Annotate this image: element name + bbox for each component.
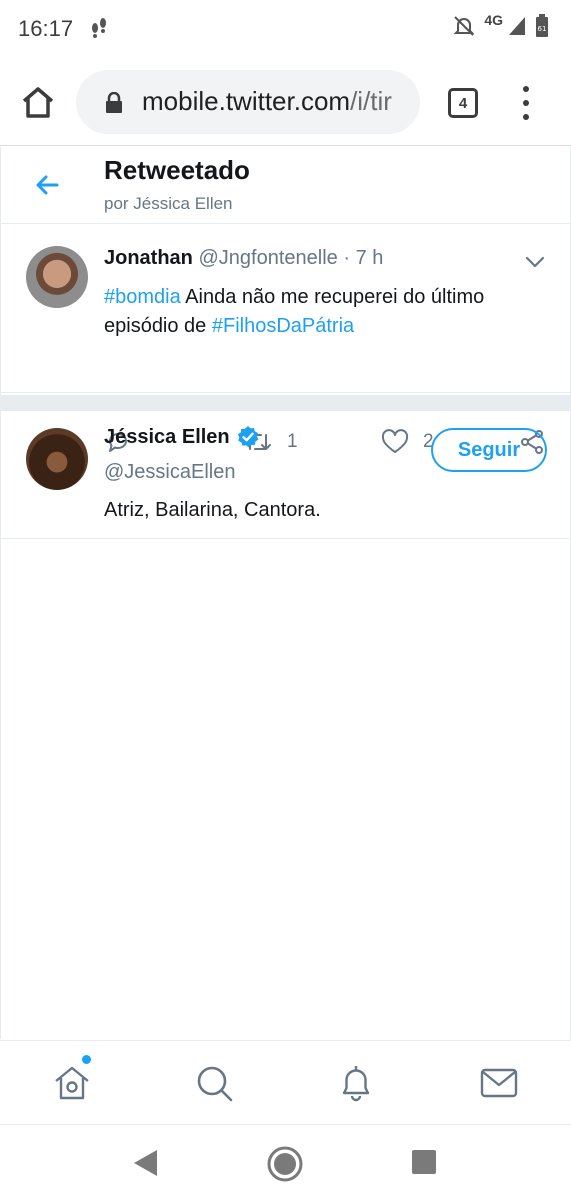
tweet-header: Jonathan @Jngfontenelle · 7 h	[104, 247, 383, 270]
user-handle[interactable]: @JessicaEllen	[104, 461, 235, 484]
notification-dot	[82, 1055, 91, 1064]
signal-icon	[509, 17, 525, 35]
battery-icon: 61	[536, 14, 548, 37]
url-text: mobile.twitter.com/i/tir	[142, 86, 392, 117]
tweet-separator: ·	[343, 247, 350, 269]
back-arrow-icon[interactable]	[31, 169, 63, 201]
tweet-author-name[interactable]: Jonathan	[104, 247, 193, 269]
avatar[interactable]	[26, 246, 88, 308]
retweeted-by-page: Retweetado por Jéssica Ellen Jonathan @J…	[0, 147, 571, 1039]
browser-toolbar: mobile.twitter.com/i/tir 4	[0, 58, 571, 146]
section-divider	[1, 395, 570, 411]
system-home-icon[interactable]	[266, 1145, 304, 1188]
system-back-icon[interactable]	[131, 1147, 159, 1184]
home-icon[interactable]	[18, 84, 58, 120]
page-subtitle: por Jéssica Ellen	[104, 194, 233, 213]
tweet[interactable]: Jonathan @Jngfontenelle · 7 h #bomdia Ai…	[1, 225, 570, 454]
tweet-time[interactable]: 7 h	[356, 247, 384, 269]
user-name[interactable]: Jéssica Ellen	[104, 426, 230, 449]
user-card[interactable]: Jéssica Ellen @JessicaEllen Atriz, Baila…	[1, 411, 570, 539]
avatar[interactable]	[26, 428, 88, 490]
address-bar[interactable]: mobile.twitter.com/i/tir	[76, 70, 420, 134]
verified-icon	[237, 426, 259, 448]
battery-level: 61	[538, 25, 547, 33]
menu-icon[interactable]	[514, 86, 538, 120]
tweet-text: #bomdia Ainda não me recuperei do último…	[104, 283, 544, 341]
bottom-navigation	[0, 1040, 571, 1124]
user-bio: Atriz, Bailarina, Cantora.	[104, 499, 321, 521]
follow-button[interactable]: Seguir	[431, 428, 547, 472]
status-icons: 4G 61	[452, 12, 549, 38]
chevron-down-icon[interactable]	[525, 255, 545, 273]
messages-icon[interactable]	[479, 1063, 519, 1103]
user-name-row: Jéssica Ellen	[104, 425, 260, 449]
status-bar: 16:17 4G 61	[0, 0, 571, 58]
tab-count: 4	[458, 94, 468, 112]
home-icon[interactable]	[52, 1063, 92, 1103]
hashtag-link[interactable]: #bomdia	[104, 286, 181, 308]
url-host: mobile.twitter.com	[142, 86, 351, 116]
page-title: Retweetado	[104, 155, 250, 185]
system-recents-icon[interactable]	[411, 1149, 437, 1180]
notifications-icon[interactable]	[336, 1063, 376, 1103]
mute-bell-icon	[453, 16, 475, 36]
network-label: 4G	[484, 12, 503, 28]
lock-icon	[104, 91, 124, 119]
page-header: Retweetado por Jéssica Ellen	[1, 147, 570, 224]
status-time: 16:17	[18, 16, 74, 41]
search-icon[interactable]	[194, 1063, 234, 1103]
system-navigation-bar	[0, 1124, 571, 1200]
tabs-button[interactable]: 4	[448, 88, 478, 118]
footsteps-icon	[88, 16, 110, 45]
url-path: /i/tir	[350, 86, 392, 116]
hashtag-link[interactable]: #FilhosDaPátria	[212, 315, 354, 337]
tweet-author-handle[interactable]: @Jngfontenelle	[198, 247, 337, 269]
